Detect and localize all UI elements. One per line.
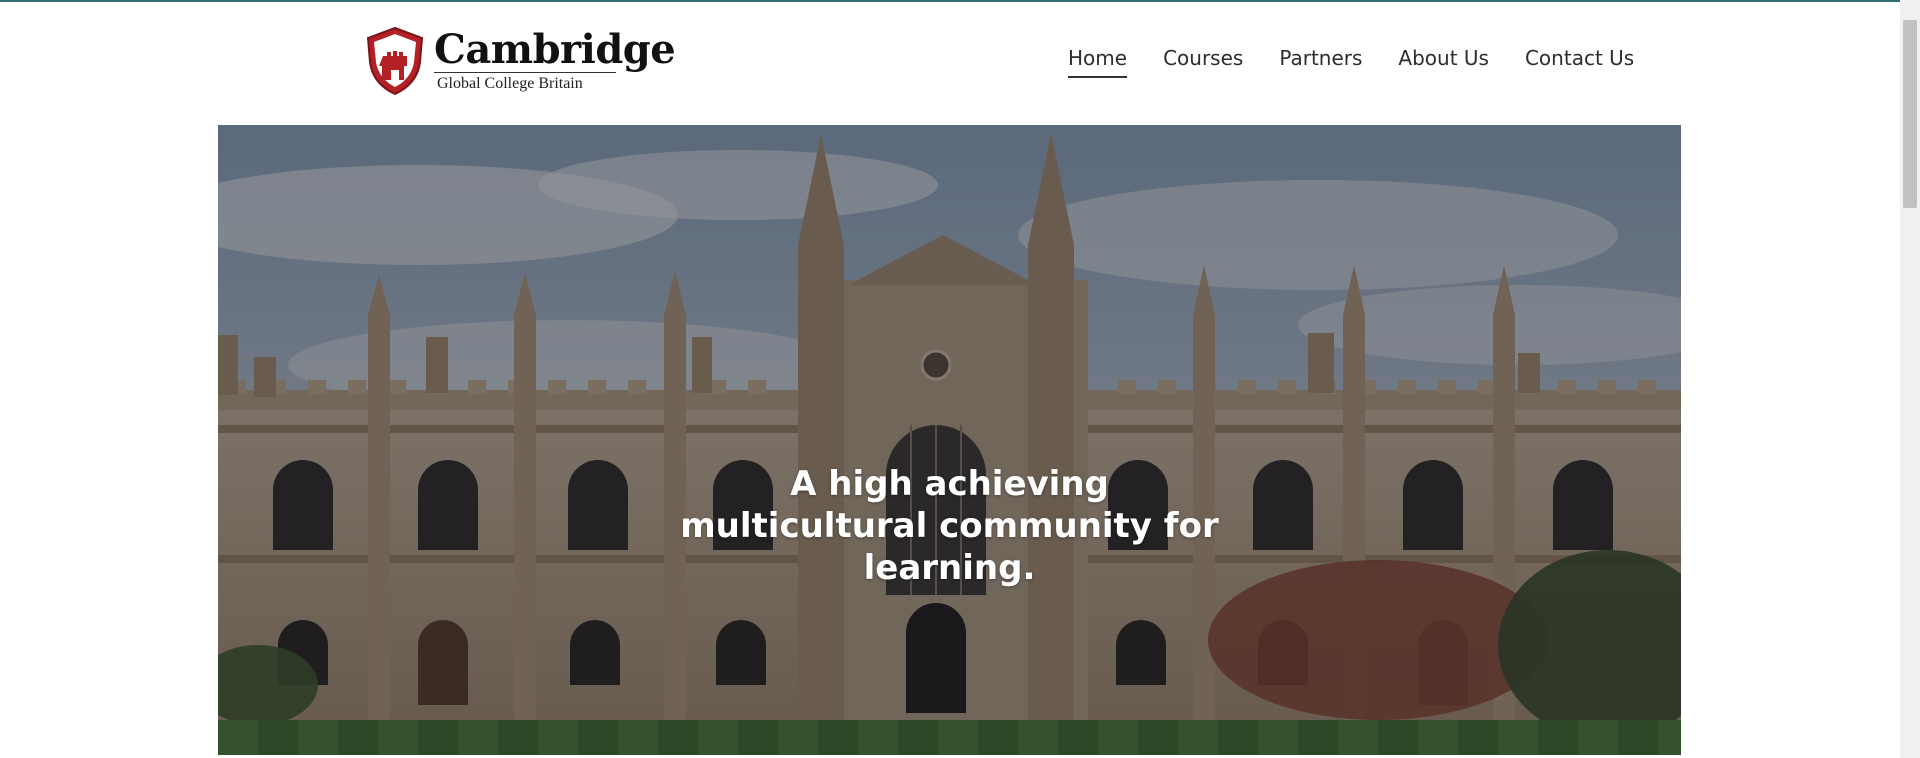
hero-dark-overlay	[218, 125, 1681, 755]
scrollbar-thumb[interactable]	[1903, 20, 1917, 208]
hero-banner: A high achieving multicultural community…	[218, 125, 1681, 755]
nav-partners[interactable]: Partners	[1279, 46, 1362, 78]
brand-tagline: Global College Britain	[434, 72, 616, 92]
nav-contact-us[interactable]: Contact Us	[1525, 46, 1634, 78]
brand-name: Cambridge	[434, 26, 676, 73]
hero-title: A high achieving multicultural community…	[680, 464, 1219, 588]
nav-courses[interactable]: Courses	[1163, 46, 1243, 78]
nav-home[interactable]: Home	[1068, 46, 1128, 78]
top-accent-line	[0, 0, 1920, 2]
site-logo[interactable]: Cambridge Global College Britain	[364, 26, 676, 96]
nav-about-us[interactable]: About Us	[1398, 46, 1489, 78]
main-nav: Home Courses Partners About Us Contact U…	[1068, 46, 1634, 78]
castle-shield-icon	[366, 26, 424, 96]
page-scrollbar[interactable]	[1900, 0, 1920, 758]
